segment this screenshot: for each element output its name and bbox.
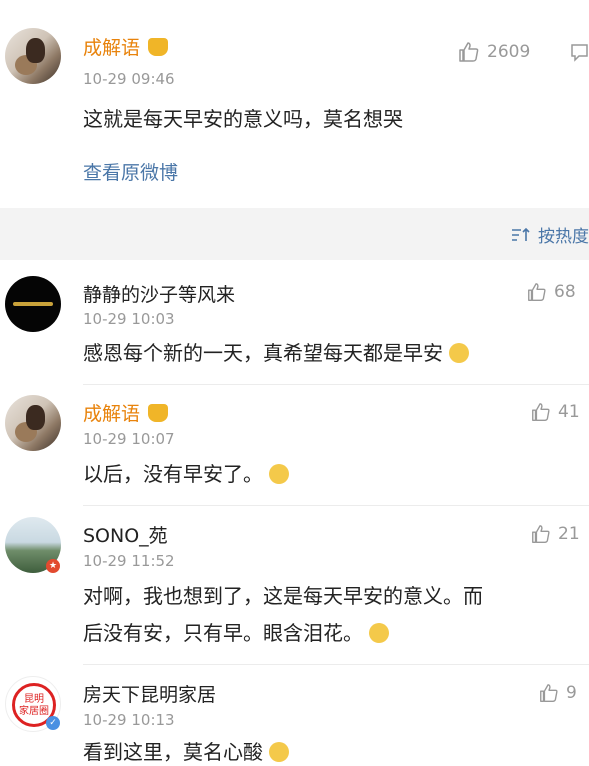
comment-like-button[interactable]: 41 bbox=[530, 401, 580, 423]
sort-by-hot-button[interactable]: 按热度 bbox=[511, 222, 589, 247]
comment-username[interactable]: SONO_苑 bbox=[83, 521, 168, 548]
verified-icon: ★ bbox=[46, 559, 60, 573]
top-post-like-count: 2609 bbox=[487, 42, 531, 62]
like-icon bbox=[532, 525, 550, 543]
comment-text-line2: 后没有安，只有早。眼含泪花。 bbox=[83, 621, 363, 645]
like-icon bbox=[532, 403, 550, 421]
comment-text-line1: 对啊，我也想到了，这是每天早安的意义。而 bbox=[83, 584, 483, 608]
comment-username[interactable]: 房天下昆明家居 bbox=[83, 680, 216, 707]
comment-divider bbox=[83, 664, 589, 665]
comment-text: 以后，没有早安了。 bbox=[83, 458, 290, 491]
cry-emoji-icon bbox=[269, 464, 290, 484]
view-original-link[interactable]: 查看原微博 bbox=[83, 158, 178, 185]
comment-divider bbox=[83, 384, 589, 385]
comment-text-content: 以后，没有早安了。 bbox=[83, 462, 263, 486]
sort-bar: 按热度 bbox=[0, 208, 589, 260]
comment-time: 10-29 10:13 bbox=[83, 711, 175, 729]
cry-emoji-icon bbox=[269, 742, 290, 762]
comment-text-content: 感恩每个新的一天，真希望每天都是早安 bbox=[83, 341, 443, 365]
top-post-username-text[interactable]: 成解语 bbox=[83, 37, 140, 59]
crown-icon bbox=[148, 404, 169, 422]
like-icon bbox=[540, 684, 558, 702]
comment-like-button[interactable]: 68 bbox=[526, 281, 576, 303]
sort-label: 按热度 bbox=[538, 227, 589, 247]
comment-like-button[interactable]: 9 bbox=[538, 682, 577, 704]
crown-icon bbox=[148, 38, 169, 56]
comment-username-text[interactable]: 成解语 bbox=[83, 403, 140, 425]
comment-like-count: 9 bbox=[566, 683, 577, 703]
like-icon bbox=[459, 42, 479, 62]
top-post-text: 这就是每天早安的意义吗，莫名想哭 bbox=[83, 107, 403, 131]
comment-text-content: 看到这里，莫名心酸 bbox=[83, 740, 263, 764]
logo-text: 昆明 bbox=[24, 694, 44, 705]
comment-text: 感恩每个新的一天，真希望每天都是早安 bbox=[83, 337, 470, 370]
comment-time: 10-29 10:03 bbox=[83, 310, 175, 328]
top-post-time: 10-29 09:46 bbox=[83, 70, 175, 88]
sort-icon bbox=[511, 227, 530, 241]
comment-like-count: 21 bbox=[558, 524, 580, 544]
comment-divider bbox=[83, 505, 589, 506]
comment-text: 看到这里，莫名心酸 bbox=[83, 736, 290, 766]
comment-like-button[interactable]: 21 bbox=[530, 523, 580, 545]
like-icon bbox=[528, 283, 546, 301]
top-post-avatar[interactable] bbox=[5, 28, 61, 84]
comment-like-count: 41 bbox=[558, 402, 580, 422]
comment-username[interactable]: 成解语 bbox=[83, 399, 169, 426]
comment-time: 10-29 11:52 bbox=[83, 552, 175, 570]
comment-avatar[interactable] bbox=[5, 276, 61, 332]
comment-avatar[interactable] bbox=[5, 395, 61, 451]
comment-time: 10-29 10:07 bbox=[83, 430, 175, 448]
cry-emoji-icon bbox=[369, 623, 390, 643]
sad-emoji-icon bbox=[449, 343, 470, 363]
comment-username[interactable]: 静静的沙子等风来 bbox=[83, 280, 235, 307]
top-post-like-button[interactable]: 2609 bbox=[457, 40, 530, 64]
top-post-username[interactable]: 成解语 bbox=[83, 33, 169, 60]
comment-text: 后没有安，只有早。眼含泪花。 bbox=[83, 617, 390, 650]
comment-like-count: 68 bbox=[554, 282, 576, 302]
comment-icon[interactable] bbox=[570, 42, 589, 62]
verified-icon: ✓ bbox=[46, 716, 60, 730]
